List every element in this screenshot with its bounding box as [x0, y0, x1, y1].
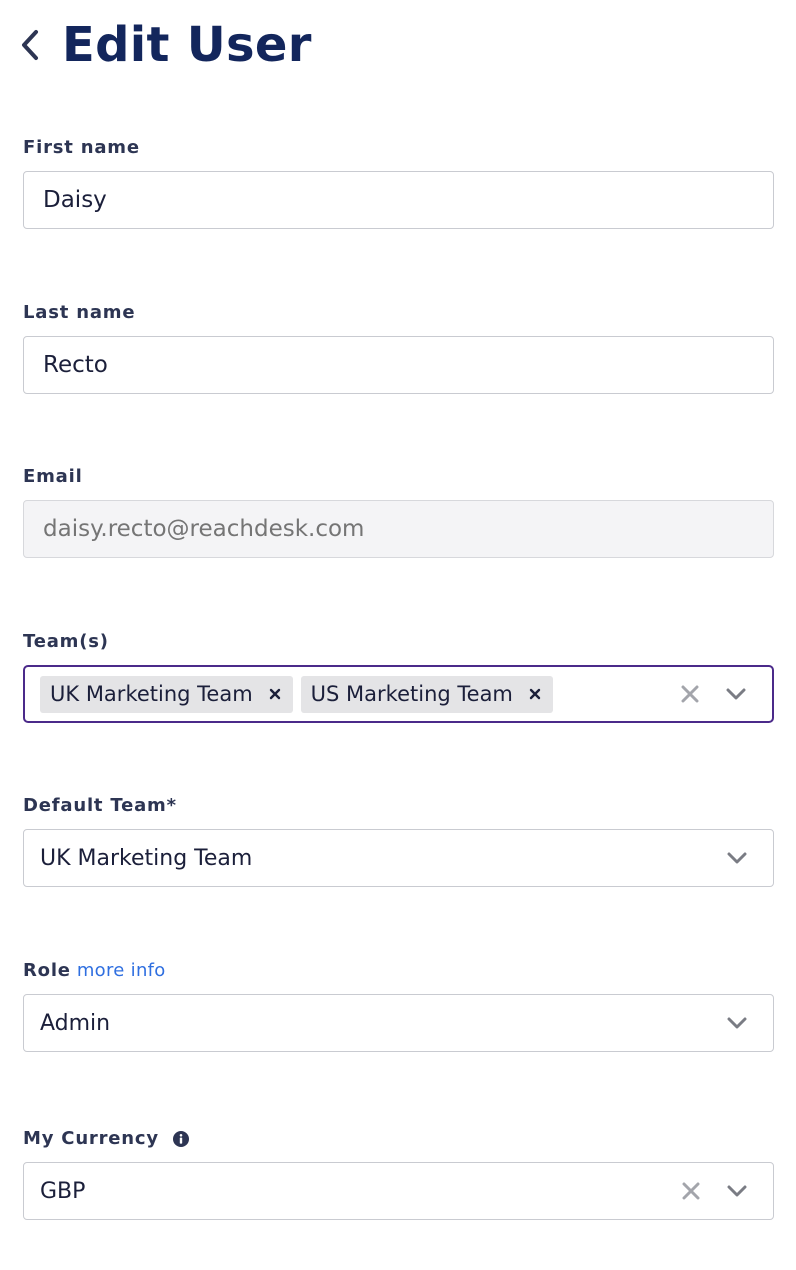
first-name-input[interactable]	[24, 172, 773, 228]
currency-value: GBP	[40, 1178, 86, 1204]
chevron-down-icon	[727, 1017, 747, 1029]
last-name-input[interactable]	[24, 337, 773, 393]
team-chip: UK Marketing Team	[40, 675, 293, 713]
currency-dropdown-toggle[interactable]	[719, 1173, 755, 1209]
role-field: Role more info Admin	[23, 959, 774, 1052]
page-title: Edit User	[62, 17, 312, 73]
teams-chips: UK Marketing Team US Marketing Team	[25, 675, 672, 713]
default-team-label: Default Team*	[23, 795, 177, 816]
info-icon[interactable]	[172, 1131, 189, 1147]
default-team-dropdown-toggle[interactable]	[719, 840, 755, 876]
teams-multiselect[interactable]: UK Marketing Team US Marketing Team	[23, 665, 774, 723]
clear-teams-button[interactable]	[672, 676, 708, 712]
default-team-select[interactable]: UK Marketing Team	[23, 829, 774, 887]
role-label-row: Role more info	[23, 959, 774, 983]
last-name-field: Last name	[23, 301, 774, 394]
last-name-label: Last name	[23, 302, 136, 323]
back-button[interactable]	[20, 25, 48, 65]
teams-field: Team(s) UK Marketing Team US Marketing T…	[23, 630, 774, 723]
page-header: Edit User	[20, 14, 312, 76]
first-name-field: First name	[23, 136, 774, 229]
default-team-value: UK Marketing Team	[40, 845, 253, 871]
email-field: Email	[23, 465, 774, 558]
role-value: Admin	[40, 1010, 111, 1036]
remove-chip-icon[interactable]	[269, 688, 281, 700]
teams-dropdown-toggle[interactable]	[718, 676, 754, 712]
team-chip-label: US Marketing Team	[310, 682, 513, 706]
email-input	[24, 501, 773, 557]
chevron-down-icon	[727, 1185, 747, 1197]
default-team-indicators	[719, 830, 773, 886]
chevron-down-icon	[727, 852, 747, 864]
teams-indicators	[672, 667, 772, 721]
role-label: Role	[23, 960, 71, 981]
first-name-label: First name	[23, 137, 140, 158]
default-team-field: Default Team* UK Marketing Team	[23, 794, 774, 887]
currency-field: My Currency GBP	[23, 1127, 774, 1220]
role-indicators	[719, 995, 773, 1051]
currency-label: My Currency	[23, 1128, 159, 1149]
team-chip: US Marketing Team	[300, 675, 553, 713]
currency-indicators	[673, 1163, 773, 1219]
remove-chip-icon[interactable]	[529, 688, 541, 700]
clear-icon	[681, 685, 699, 703]
first-name-box	[23, 171, 774, 229]
currency-select[interactable]: GBP	[23, 1162, 774, 1220]
role-dropdown-toggle[interactable]	[719, 1005, 755, 1041]
last-name-box	[23, 336, 774, 394]
team-chip-label: UK Marketing Team	[50, 682, 253, 706]
email-label: Email	[23, 466, 83, 487]
clear-icon	[682, 1182, 700, 1200]
email-box	[23, 500, 774, 558]
currency-label-row: My Currency	[23, 1127, 774, 1151]
teams-label: Team(s)	[23, 631, 109, 652]
role-select[interactable]: Admin	[23, 994, 774, 1052]
clear-currency-button[interactable]	[673, 1173, 709, 1209]
chevron-left-icon	[22, 30, 38, 60]
chevron-down-icon	[726, 688, 746, 700]
more-info-link[interactable]: more info	[77, 959, 166, 983]
